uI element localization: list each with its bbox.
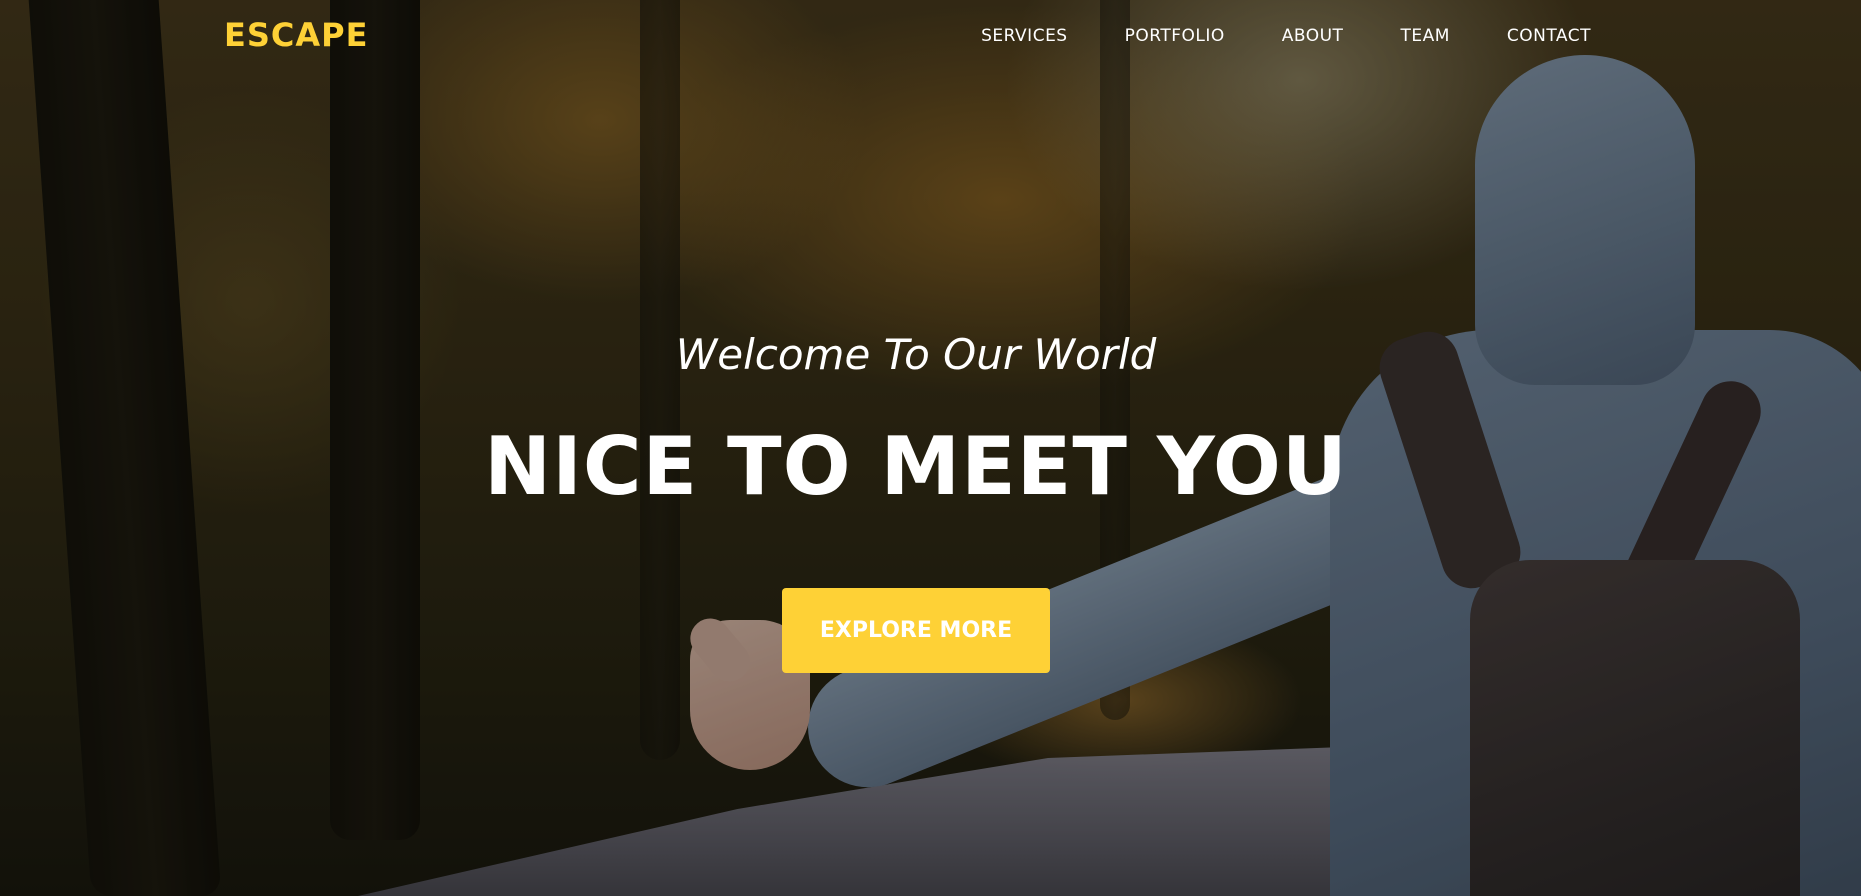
- nav-menu: SERVICES PORTFOLIO ABOUT TEAM CONTACT: [924, 26, 1591, 46]
- intro-lead-in: Welcome To Our World: [675, 330, 1157, 379]
- nav-link-team[interactable]: TEAM: [1400, 26, 1449, 46]
- hero-section: ESCAPE SERVICES PORTFOLIO ABOUT TEAM CON…: [0, 0, 1861, 896]
- nav-item-team: TEAM: [1400, 26, 1449, 46]
- nav-item-portfolio: PORTFOLIO: [1125, 26, 1225, 46]
- brand-logo-link[interactable]: ESCAPE: [224, 16, 368, 54]
- nav-item-services: SERVICES: [981, 26, 1067, 46]
- nav-link-about[interactable]: ABOUT: [1282, 26, 1344, 46]
- nav-link-contact[interactable]: CONTACT: [1507, 26, 1591, 46]
- nav-link-services[interactable]: SERVICES: [981, 26, 1067, 46]
- nav-item-contact: CONTACT: [1507, 26, 1591, 46]
- nav-link-portfolio[interactable]: PORTFOLIO: [1125, 26, 1225, 46]
- explore-more-button[interactable]: EXPLORE MORE: [782, 588, 1050, 673]
- top-navbar: ESCAPE SERVICES PORTFOLIO ABOUT TEAM CON…: [0, 0, 1861, 76]
- nav-item-about: ABOUT: [1282, 26, 1344, 46]
- intro-heading: NICE TO MEET YOU: [484, 420, 1348, 513]
